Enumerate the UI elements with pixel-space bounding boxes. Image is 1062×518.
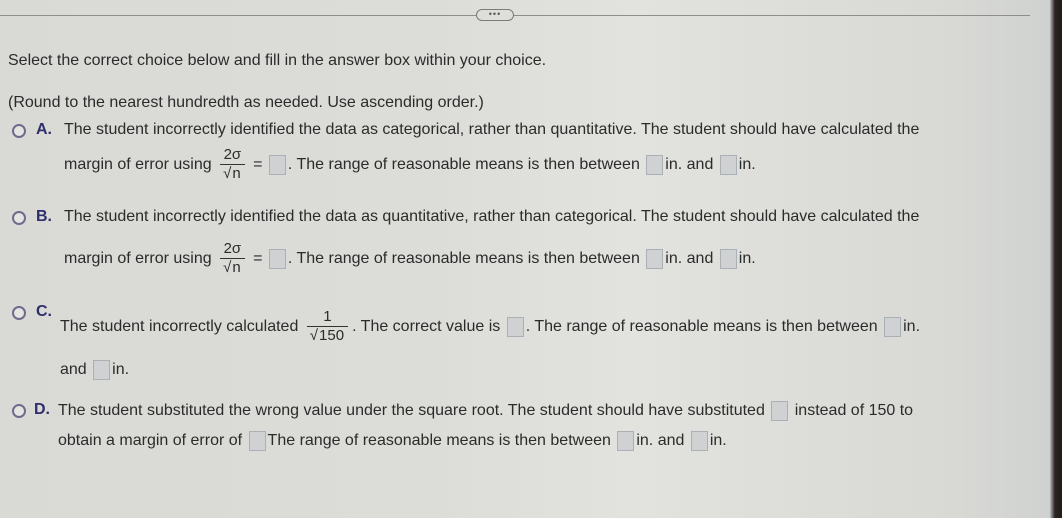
choice-letter: D. — [34, 401, 50, 418]
choice-text: The student incorrectly identified the d… — [64, 208, 920, 225]
answer-box-upper[interactable] — [93, 360, 111, 380]
choice-text: The student incorrectly identified the d… — [64, 121, 920, 138]
choice-letter: C. — [36, 303, 52, 320]
radio-d[interactable] — [12, 404, 26, 418]
answer-box-upper[interactable] — [719, 154, 737, 175]
rounding-note: (Round to the nearest hundredth as neede… — [8, 94, 484, 111]
answer-box-margin[interactable] — [248, 431, 266, 451]
choice-text: The student incorrectly calculated — [60, 317, 299, 335]
choice-text: margin of error using — [64, 155, 212, 173]
answer-box-lower[interactable] — [617, 431, 635, 451]
answer-box-substituted-value[interactable] — [771, 401, 789, 421]
formula-fraction: 2σ √n — [220, 146, 245, 183]
formula-fraction: 1 √150 — [306, 308, 349, 345]
choice-letter: B. — [36, 208, 52, 225]
choice-text: margin of error using — [64, 249, 212, 267]
radio-a[interactable] — [12, 124, 26, 138]
formula-fraction: 2σ √n — [220, 240, 245, 277]
answer-box-correct-value[interactable] — [506, 316, 524, 337]
radio-c[interactable] — [12, 306, 26, 320]
divider — [0, 15, 1030, 16]
answer-box-lower[interactable] — [646, 154, 664, 175]
radio-b[interactable] — [12, 211, 26, 225]
more-button[interactable]: ••• — [476, 9, 514, 21]
answer-box-lower[interactable] — [884, 316, 902, 337]
answer-box-margin[interactable] — [268, 154, 286, 175]
more-icon: ••• — [488, 8, 502, 19]
instruction-text: Select the correct choice below and fill… — [8, 52, 547, 69]
answer-box-upper[interactable] — [719, 248, 737, 269]
choice-letter: A. — [36, 121, 52, 138]
screen-edge — [1050, 0, 1062, 518]
answer-box-lower[interactable] — [646, 248, 664, 269]
answer-box-margin[interactable] — [268, 248, 286, 269]
choice-text: The student substituted the wrong value … — [58, 402, 765, 420]
answer-box-upper[interactable] — [690, 431, 708, 451]
